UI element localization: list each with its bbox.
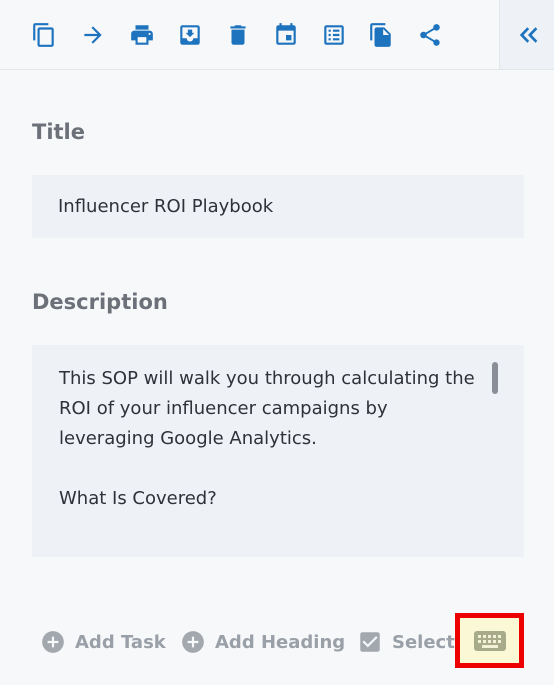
add-task-button[interactable]: Add Task bbox=[40, 627, 166, 657]
title-input[interactable] bbox=[32, 175, 524, 238]
add-heading-label: Add Heading bbox=[215, 631, 346, 653]
print-icon[interactable] bbox=[127, 19, 157, 51]
file-copy-icon[interactable] bbox=[366, 19, 396, 51]
double-chevron-left-icon[interactable] bbox=[499, 0, 554, 69]
title-label: Title bbox=[32, 120, 86, 144]
toolbar bbox=[0, 0, 554, 70]
calendar-icon[interactable] bbox=[271, 19, 301, 51]
select-label: Select bbox=[392, 631, 455, 653]
keyboard-icon bbox=[473, 630, 506, 651]
trash-icon[interactable] bbox=[223, 19, 253, 51]
sop-editor-panel: Title Description This SOP will walk you… bbox=[0, 0, 554, 685]
keyboard-shortcuts-button[interactable] bbox=[455, 613, 524, 668]
list-icon[interactable] bbox=[319, 19, 349, 51]
add-task-label: Add Task bbox=[75, 631, 166, 653]
copy-icon[interactable] bbox=[29, 19, 59, 51]
add-circle-icon bbox=[180, 629, 206, 655]
description-label: Description bbox=[32, 290, 168, 314]
select-button[interactable]: Select bbox=[357, 627, 455, 657]
checkbox-icon bbox=[357, 629, 383, 655]
share-icon[interactable] bbox=[415, 19, 445, 51]
archive-icon[interactable] bbox=[175, 19, 205, 51]
add-heading-button[interactable]: Add Heading bbox=[180, 627, 345, 657]
add-circle-icon bbox=[40, 629, 66, 655]
description-scrollbar[interactable] bbox=[492, 362, 498, 394]
description-textarea[interactable]: This SOP will walk you through calculati… bbox=[32, 345, 524, 557]
arrow-right-icon[interactable] bbox=[78, 19, 108, 51]
